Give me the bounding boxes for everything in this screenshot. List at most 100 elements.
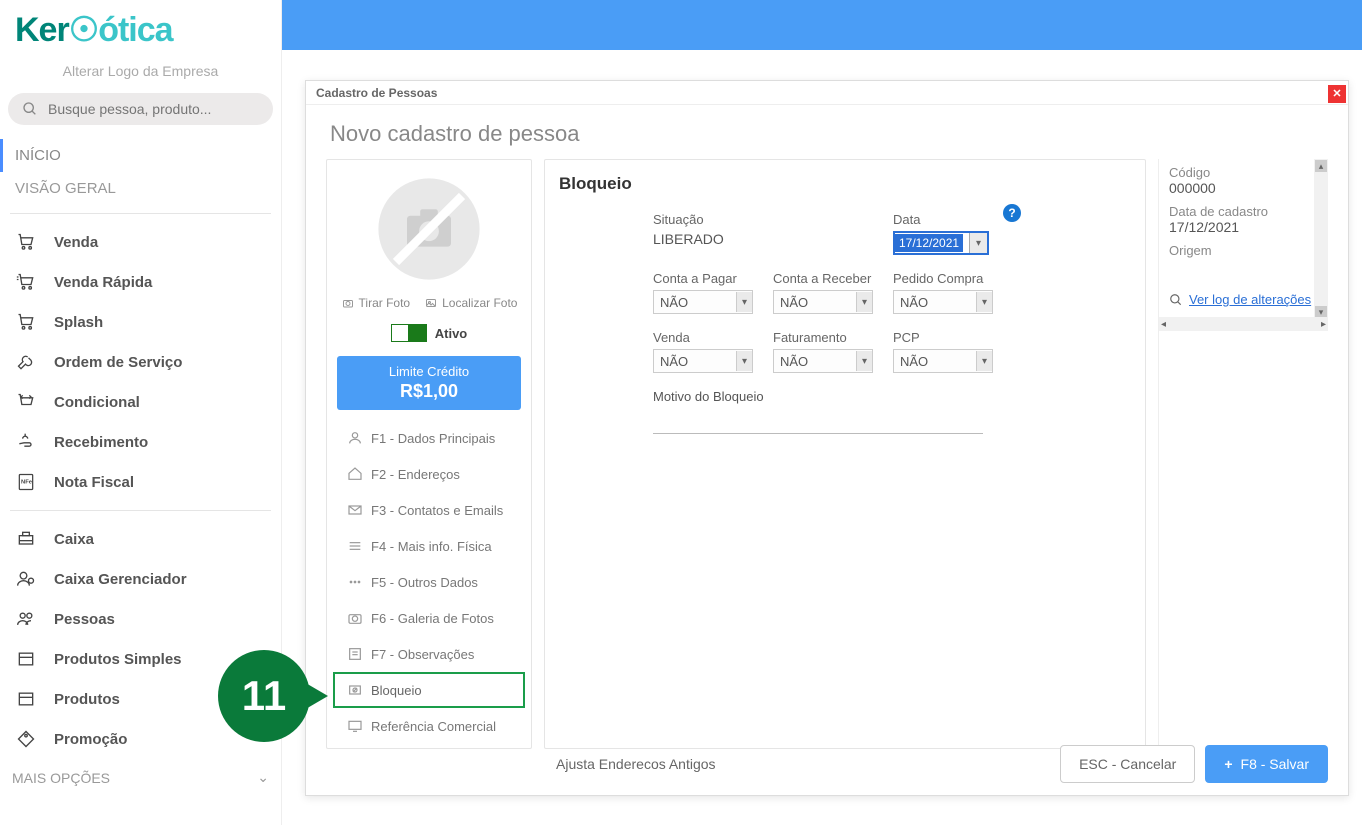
- datacad-value: 17/12/2021: [1169, 219, 1324, 235]
- nfe-icon: NFe: [14, 471, 38, 493]
- logo-part2: ☉: [69, 11, 98, 49]
- credito-value: R$1,00: [337, 381, 521, 402]
- chevron-down-icon: ⌄: [257, 769, 269, 786]
- scrollbar-vertical[interactable]: ▴ ▾: [1314, 159, 1328, 319]
- nav-nota-fiscal[interactable]: NFe Nota Fiscal: [0, 462, 281, 502]
- tab-f3-contatos[interactable]: F3 - Contatos e Emails: [333, 492, 525, 528]
- nav-condicional[interactable]: Condicional: [0, 382, 281, 422]
- divider: [10, 213, 271, 214]
- form-bloqueio: Bloqueio ? Situação LIBERADO Data 17/12/…: [544, 159, 1146, 749]
- situacao-label: Situação: [653, 212, 891, 227]
- datacad-label: Data de cadastro: [1169, 204, 1324, 219]
- cart-icon: [14, 231, 38, 253]
- hand-money-icon: [14, 431, 38, 453]
- mail-icon: [347, 502, 363, 518]
- chevron-down-icon: ▾: [736, 292, 752, 312]
- faturamento-select[interactable]: NÃO▾: [773, 349, 873, 373]
- nav-caixa[interactable]: Caixa: [0, 519, 281, 559]
- conta-receber-select[interactable]: NÃO▾: [773, 290, 873, 314]
- logo-part1: Ker: [15, 11, 69, 49]
- motivo-input[interactable]: [653, 410, 983, 434]
- tab-f5-outros[interactable]: F5 - Outros Dados: [333, 564, 525, 600]
- nav-label: Produtos Simples: [54, 651, 182, 668]
- tag-icon: [14, 728, 38, 750]
- codigo-value: 000000: [1169, 180, 1324, 196]
- faturamento-label: Faturamento: [773, 330, 891, 345]
- nav-inicio[interactable]: INÍCIO: [0, 139, 281, 172]
- search-box[interactable]: [8, 93, 273, 125]
- nav-visao-geral[interactable]: VISÃO GERAL: [0, 172, 281, 205]
- cancel-button[interactable]: ESC - Cancelar: [1060, 745, 1195, 783]
- ver-log-link[interactable]: Ver log de alterações: [1169, 292, 1324, 307]
- tab-f2-enderecos[interactable]: F2 - Endereços: [333, 456, 525, 492]
- tab-f4-fisica[interactable]: F4 - Mais info. Física: [333, 528, 525, 564]
- dots-icon: [347, 574, 363, 590]
- tab-f6-galeria[interactable]: F6 - Galeria de Fotos: [333, 600, 525, 636]
- scroll-up-icon[interactable]: ▴: [1315, 160, 1327, 172]
- chevron-down-icon: ▾: [976, 292, 992, 312]
- conta-pagar-label: Conta a Pagar: [653, 271, 771, 286]
- data-value: 17/12/2021: [895, 234, 963, 252]
- close-icon[interactable]: ✕: [1328, 85, 1346, 103]
- nav-venda-rapida[interactable]: Venda Rápida: [0, 262, 281, 302]
- nav-splash[interactable]: Splash: [0, 302, 281, 342]
- tab-f1-dados[interactable]: F1 - Dados Principais: [333, 420, 525, 456]
- plus-icon: +: [1224, 756, 1232, 772]
- venda-select[interactable]: NÃO▾: [653, 349, 753, 373]
- search-icon: [22, 101, 38, 117]
- scrollbar-horizontal[interactable]: ◂ ▸: [1159, 317, 1328, 331]
- search-input[interactable]: [48, 101, 259, 117]
- ajusta-enderecos-link[interactable]: Ajusta Enderecos Antigos: [556, 756, 716, 772]
- tab-f7-observacoes[interactable]: F7 - Observações: [333, 636, 525, 672]
- box-icon: [14, 648, 38, 670]
- people-icon: [14, 608, 38, 630]
- tab-bloqueio[interactable]: Bloqueio: [333, 672, 525, 708]
- nav-ordem-servico[interactable]: Ordem de Serviço: [0, 342, 281, 382]
- help-icon[interactable]: ?: [1003, 204, 1021, 222]
- nav-label: Splash: [54, 314, 103, 331]
- scroll-left-icon[interactable]: ◂: [1161, 319, 1166, 330]
- venda-label: Venda: [653, 330, 771, 345]
- conta-pagar-select[interactable]: NÃO▾: [653, 290, 753, 314]
- chevron-down-icon: ▾: [736, 351, 752, 371]
- nav-venda[interactable]: Venda: [0, 222, 281, 262]
- scroll-right-icon[interactable]: ▸: [1321, 319, 1326, 330]
- modal-title: Cadastro de Pessoas: [316, 86, 437, 100]
- mais-opcoes[interactable]: MAIS OPÇÕES ⌄: [0, 759, 281, 796]
- data-input[interactable]: 17/12/2021 ▾: [893, 231, 989, 255]
- ativo-toggle[interactable]: [391, 324, 427, 342]
- pcp-label: PCP: [893, 330, 1023, 345]
- alter-logo-link[interactable]: Alterar Logo da Empresa: [0, 55, 281, 93]
- svg-text:NFe: NFe: [21, 480, 33, 486]
- save-button[interactable]: + F8 - Salvar: [1205, 745, 1328, 783]
- exchange-icon: [14, 391, 38, 413]
- person-manage-icon: [14, 568, 38, 590]
- callout-badge: 11: [218, 650, 310, 742]
- box-icon: [14, 688, 38, 710]
- divider: [10, 510, 271, 511]
- pedido-compra-select[interactable]: NÃO▾: [893, 290, 993, 314]
- localizar-foto-button[interactable]: Localizar Foto: [424, 296, 517, 310]
- nav-label: Caixa Gerenciador: [54, 571, 187, 588]
- conta-receber-label: Conta a Receber: [773, 271, 891, 286]
- nav-pessoas[interactable]: Pessoas: [0, 599, 281, 639]
- nav-label: Venda: [54, 234, 98, 251]
- origem-label: Origem: [1169, 243, 1324, 258]
- chevron-down-icon: ▾: [856, 292, 872, 312]
- nav-label: Pessoas: [54, 611, 115, 628]
- list-icon: [347, 538, 363, 554]
- nav-label: Recebimento: [54, 434, 148, 451]
- nav-label: Ordem de Serviço: [54, 354, 182, 371]
- tirar-foto-button[interactable]: Tirar Foto: [341, 296, 411, 310]
- monitor-icon: [347, 718, 363, 734]
- left-panel: Tirar Foto Localizar Foto Ativo Limite C…: [326, 159, 532, 749]
- credito-label: Limite Crédito: [337, 364, 521, 379]
- nav-recebimento[interactable]: Recebimento: [0, 422, 281, 462]
- chevron-down-icon[interactable]: ▾: [969, 233, 987, 253]
- ativo-label: Ativo: [435, 326, 468, 341]
- pcp-select[interactable]: NÃO▾: [893, 349, 993, 373]
- nav-caixa-gerenciador[interactable]: Caixa Gerenciador: [0, 559, 281, 599]
- limite-credito-box[interactable]: Limite Crédito R$1,00: [337, 356, 521, 410]
- nav-label: Condicional: [54, 394, 140, 411]
- register-icon: [14, 528, 38, 550]
